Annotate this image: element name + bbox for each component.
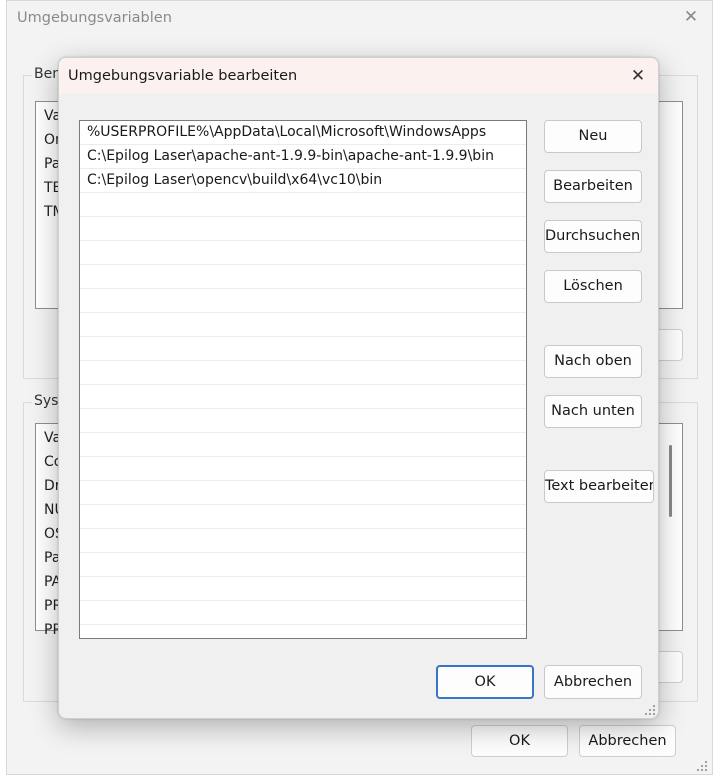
empty-list-row[interactable]	[80, 385, 526, 409]
path-list-item[interactable]: %USERPROFILE%\AppData\Local\Microsoft\Wi…	[80, 121, 526, 145]
browse-button[interactable]: Durchsuchen...	[544, 220, 642, 253]
edit-text-button[interactable]: Text bearbeiten...	[544, 470, 654, 503]
empty-list-row[interactable]	[80, 193, 526, 217]
background-window-title: Umgebungsvariablen	[17, 10, 172, 26]
move-down-button[interactable]: Nach unten	[544, 395, 642, 428]
empty-list-row[interactable]	[80, 601, 526, 625]
cancel-button[interactable]: Abbrechen	[544, 665, 642, 699]
empty-list-row[interactable]	[80, 433, 526, 457]
empty-list-row[interactable]	[80, 217, 526, 241]
move-up-button[interactable]: Nach oben	[544, 345, 642, 378]
dialog-title: Umgebungsvariable bearbeiten	[68, 68, 298, 84]
path-list[interactable]: %USERPROFILE%\AppData\Local\Microsoft\Wi…	[79, 120, 527, 639]
empty-list-row[interactable]	[80, 505, 526, 529]
empty-list-row[interactable]	[80, 409, 526, 433]
empty-list-row[interactable]	[80, 625, 526, 638]
empty-list-row[interactable]	[80, 457, 526, 481]
empty-list-row[interactable]	[80, 361, 526, 385]
path-list-item[interactable]: C:\Epilog Laser\opencv\build\x64\vc10\bi…	[80, 169, 526, 193]
dialog-titlebar: Umgebungsvariable bearbeiten ✕	[59, 58, 658, 94]
edit-environment-variable-dialog: Umgebungsvariable bearbeiten ✕ %USERPROF…	[58, 57, 659, 719]
background-cancel-button[interactable]: Abbrechen	[579, 725, 676, 757]
empty-list-row[interactable]	[80, 553, 526, 577]
empty-list-row[interactable]	[80, 481, 526, 505]
close-icon[interactable]: ✕	[681, 7, 701, 27]
resize-grip-icon[interactable]	[697, 761, 709, 773]
empty-list-row[interactable]	[80, 265, 526, 289]
background-ok-button[interactable]: OK	[471, 725, 568, 757]
edit-button[interactable]: Bearbeiten	[544, 170, 642, 203]
empty-list-row[interactable]	[80, 241, 526, 265]
close-icon[interactable]: ✕	[627, 65, 649, 87]
empty-list-row[interactable]	[80, 337, 526, 361]
empty-list-row[interactable]	[80, 577, 526, 601]
path-list-item[interactable]: C:\Epilog Laser\apache-ant-1.9.9-bin\apa…	[80, 145, 526, 169]
delete-button[interactable]: Löschen	[544, 270, 642, 303]
resize-grip-icon[interactable]	[645, 705, 657, 717]
ok-button[interactable]: OK	[436, 665, 534, 699]
empty-list-row[interactable]	[80, 289, 526, 313]
empty-list-row[interactable]	[80, 313, 526, 337]
system-list-scrollbar[interactable]	[669, 445, 672, 517]
empty-list-row[interactable]	[80, 529, 526, 553]
new-button[interactable]: Neu	[544, 120, 642, 153]
